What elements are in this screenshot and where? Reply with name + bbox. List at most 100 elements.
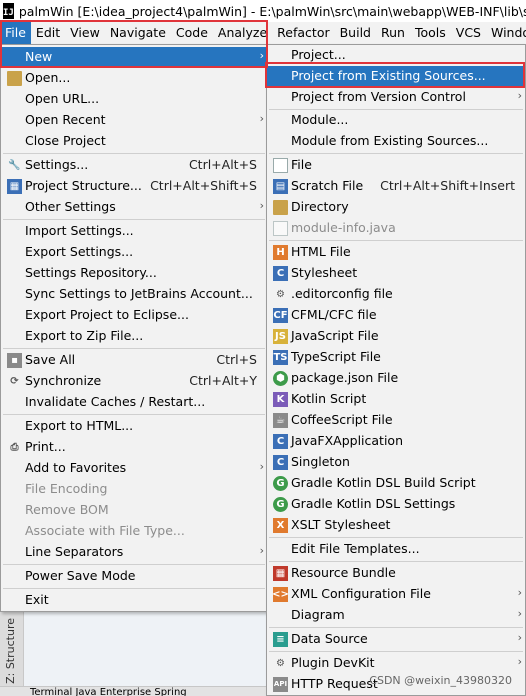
menu-refactor[interactable]: Refactor	[272, 22, 334, 44]
file-menu-import-settings[interactable]: Import Settings...	[1, 221, 267, 242]
file-menu-power-save-mode[interactable]: Power Save Mode	[1, 566, 267, 587]
file-menu-open[interactable]: Open...	[1, 68, 267, 89]
file-menu-add-to-favorites[interactable]: Add to Favorites ›	[1, 458, 267, 479]
file-menu-exit[interactable]: Exit	[1, 590, 267, 611]
new-menu-cfml-file[interactable]: CF CFML/CFC file	[267, 305, 525, 326]
watermark: CSDN @weixin_43980320	[369, 674, 512, 687]
menu-item-label: Exit	[25, 592, 49, 607]
menu-code[interactable]: Code	[171, 22, 213, 44]
new-menu-typescript-file[interactable]: TS TypeScript File	[267, 347, 525, 368]
bottom-tool-labels[interactable]: Terminal Java Enterprise Spring	[30, 687, 187, 696]
new-menu-stylesheet[interactable]: C Stylesheet	[267, 263, 525, 284]
file-menu-line-separators[interactable]: Line Separators ›	[1, 542, 267, 563]
menu-item-label: HTML File	[291, 244, 351, 259]
file-menu-associate-file-type: Associate with File Type...	[1, 521, 267, 542]
new-menu-project-from-existing-sources[interactable]: Project from Existing Sources...	[267, 66, 525, 87]
menu-item-label: Settings Repository...	[25, 265, 157, 280]
menu-run[interactable]: Run	[376, 22, 410, 44]
module-info-icon	[273, 221, 288, 236]
menu-item-label: Synchronize	[25, 373, 102, 388]
file-menu-close-project[interactable]: Close Project	[1, 131, 267, 152]
menu-item-label: Close Project	[25, 133, 106, 148]
new-menu-module[interactable]: Module...	[267, 110, 525, 131]
file-menu-invalidate-caches[interactable]: Invalidate Caches / Restart...	[1, 392, 267, 413]
menu-item-label: TypeScript File	[291, 349, 381, 364]
submenu-arrow-icon: ›	[259, 199, 264, 212]
menu-item-label: Export Settings...	[25, 244, 134, 259]
submenu-arrow-icon: ›	[259, 460, 264, 473]
menu-tools[interactable]: Tools	[410, 22, 451, 44]
new-menu-xml-configuration-file[interactable]: <> XML Configuration File ›	[267, 584, 525, 605]
file-menu-export-html[interactable]: Export to HTML...	[1, 416, 267, 437]
menu-separator	[3, 414, 265, 415]
file-menu-other-settings[interactable]: Other Settings ›	[1, 197, 267, 218]
new-menu-editorconfig[interactable]: ⚙ .editorconfig file	[267, 284, 525, 305]
menu-view[interactable]: View	[65, 22, 105, 44]
new-menu-gradle-settings[interactable]: G Gradle Kotlin DSL Settings	[267, 494, 525, 515]
new-menu-xslt-stylesheet[interactable]: X XSLT Stylesheet	[267, 515, 525, 536]
file-menu-synchronize[interactable]: ⟳ Synchronize Ctrl+Alt+Y	[1, 371, 267, 392]
new-menu-data-source[interactable]: ≡ Data Source ›	[267, 629, 525, 650]
menu-separator	[3, 348, 265, 349]
new-menu-plugin-devkit[interactable]: ⚙ Plugin DevKit ›	[267, 653, 525, 674]
file-menu-export-settings[interactable]: Export Settings...	[1, 242, 267, 263]
menu-build[interactable]: Build	[335, 22, 376, 44]
plugin-devkit-icon: ⚙	[276, 657, 285, 669]
new-menu-module-from-existing-sources[interactable]: Module from Existing Sources...	[267, 131, 525, 152]
menu-item-label: Settings...	[25, 157, 89, 172]
menu-separator	[269, 153, 523, 154]
directory-icon	[273, 200, 288, 215]
menu-analyze[interactable]: Analyze	[213, 22, 272, 44]
file-menu-project-structure[interactable]: ▦ Project Structure... Ctrl+Alt+Shift+S	[1, 176, 267, 197]
file-menu-export-zip[interactable]: Export to Zip File...	[1, 326, 267, 347]
submenu-arrow-icon: ›	[259, 544, 264, 557]
menu-item-label: JavaScript File	[291, 328, 379, 343]
menu-item-label: CoffeeScript File	[291, 412, 393, 427]
folder-icon	[7, 71, 22, 86]
new-menu-gradle-build-script[interactable]: G Gradle Kotlin DSL Build Script	[267, 473, 525, 494]
javascript-icon: JS	[273, 329, 288, 344]
javafx-icon: C	[273, 434, 288, 449]
gradle-icon: G	[273, 497, 288, 512]
new-menu-coffeescript-file[interactable]: ☕ CoffeeScript File	[267, 410, 525, 431]
structure-tool-strip[interactable]: Z: Structure	[0, 610, 24, 686]
new-menu-singleton[interactable]: C Singleton	[267, 452, 525, 473]
new-menu-project[interactable]: Project...	[267, 45, 525, 66]
new-menu-package-json[interactable]: ⬢ package.json File	[267, 368, 525, 389]
menu-navigate[interactable]: Navigate	[105, 22, 171, 44]
new-menu-kotlin-script[interactable]: K Kotlin Script	[267, 389, 525, 410]
menu-edit[interactable]: Edit	[31, 22, 65, 44]
css-file-icon: C	[273, 266, 288, 281]
file-menu-settings[interactable]: 🔧 Settings... Ctrl+Alt+S	[1, 155, 267, 176]
file-menu-sync-settings[interactable]: Sync Settings to JetBrains Account...	[1, 284, 267, 305]
submenu-arrow-icon: ›	[517, 586, 522, 599]
menu-window[interactable]: Window	[486, 22, 526, 44]
file-menu-new[interactable]: New ›	[1, 47, 267, 68]
new-menu-directory[interactable]: Directory	[267, 197, 525, 218]
new-menu-javafx-application[interactable]: C JavaFXApplication	[267, 431, 525, 452]
file-menu-open-recent[interactable]: Open Recent ›	[1, 110, 267, 131]
new-menu-scratch-file[interactable]: ▤ Scratch File Ctrl+Alt+Shift+Insert	[267, 176, 525, 197]
menu-file[interactable]: File	[0, 22, 31, 44]
new-menu-project-from-vcs[interactable]: Project from Version Control ›	[267, 87, 525, 108]
new-menu-file[interactable]: File	[267, 155, 525, 176]
file-menu-export-eclipse[interactable]: Export Project to Eclipse...	[1, 305, 267, 326]
file-menu-settings-repository[interactable]: Settings Repository...	[1, 263, 267, 284]
new-menu-javascript-file[interactable]: JS JavaScript File	[267, 326, 525, 347]
menu-separator	[3, 219, 265, 220]
menu-item-shortcut: Ctrl+S	[216, 352, 257, 367]
new-menu-diagram[interactable]: Diagram ›	[267, 605, 525, 626]
resource-bundle-icon: ▦	[273, 566, 288, 581]
database-icon: ≡	[273, 632, 288, 647]
menu-vcs[interactable]: VCS	[451, 22, 486, 44]
new-menu-html-file[interactable]: H HTML File	[267, 242, 525, 263]
file-menu-open-url[interactable]: Open URL...	[1, 89, 267, 110]
new-menu-edit-file-templates[interactable]: Edit File Templates...	[267, 539, 525, 560]
xslt-icon: X	[273, 518, 288, 533]
file-menu-print[interactable]: ⎙ Print...	[1, 437, 267, 458]
file-menu-save-all[interactable]: ▪ Save All Ctrl+S	[1, 350, 267, 371]
package-json-icon: ⬢	[273, 371, 288, 386]
menu-item-shortcut: Ctrl+Alt+S	[188, 157, 257, 172]
new-menu-resource-bundle[interactable]: ▦ Resource Bundle	[267, 563, 525, 584]
xml-config-icon: <>	[272, 587, 289, 602]
